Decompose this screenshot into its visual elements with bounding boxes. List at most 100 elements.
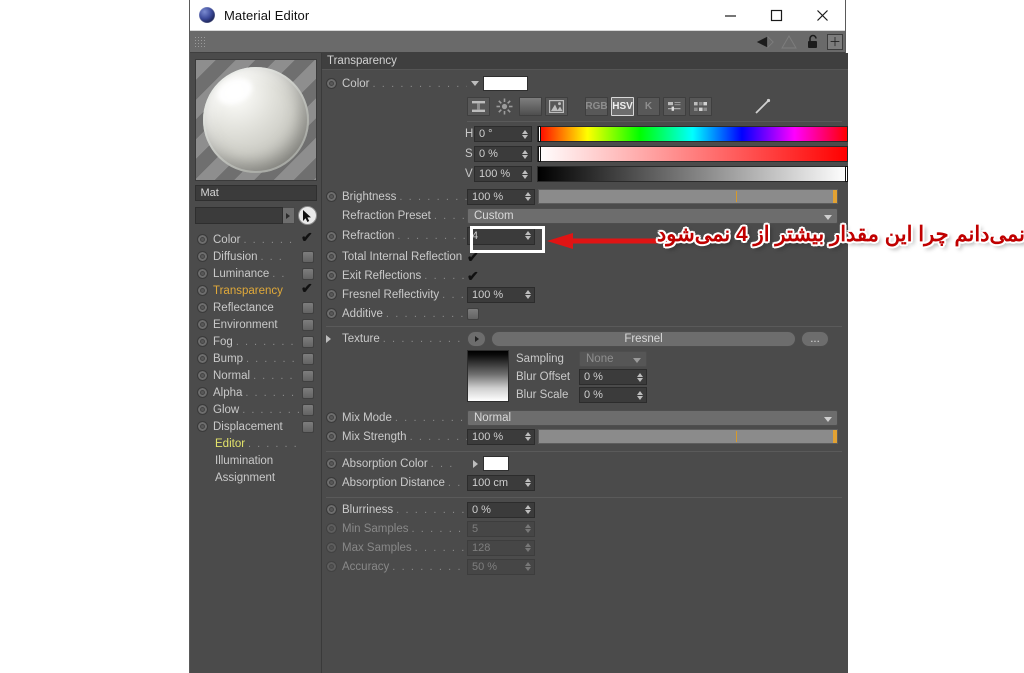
saturation-bar[interactable] [537, 146, 848, 162]
bump-radio-icon[interactable] [197, 353, 208, 364]
color-radio-icon[interactable] [197, 234, 208, 245]
sidebar-item-checkbox[interactable] [301, 280, 314, 297]
value-bar[interactable] [537, 166, 848, 182]
texture-shader-button[interactable]: Fresnel [491, 330, 796, 347]
rgb-mode-button[interactable]: RGB [585, 97, 608, 116]
sidebar-item-checkbox[interactable] [302, 420, 314, 433]
blur-scale-field[interactable]: 0 % [579, 387, 647, 403]
triangle-outline-icon[interactable] [779, 33, 799, 51]
value-value-field[interactable]: 100 % [474, 166, 532, 182]
additive-radio-icon[interactable] [326, 308, 337, 319]
eyedropper-icon[interactable] [751, 97, 774, 116]
texture-play-button[interactable] [467, 330, 486, 347]
material-name-field[interactable]: Mat [194, 185, 317, 201]
brightness-slider[interactable] [538, 189, 838, 204]
blur-scale-spinner[interactable] [636, 389, 644, 401]
sidebar-item-color[interactable]: Color. . . . . . [194, 229, 317, 248]
alpha-radio-icon[interactable] [197, 387, 208, 398]
diffusion-radio-icon[interactable] [197, 251, 208, 262]
lock-open-icon[interactable] [803, 33, 823, 51]
mix-strength-spinner[interactable] [524, 431, 532, 443]
blurriness-spinner[interactable] [524, 504, 532, 516]
sidebar-item-editor[interactable]: Editor. . . . . . [194, 435, 317, 452]
exit-reflections-checkbox[interactable]: ✔ [467, 269, 479, 283]
fresnel-value-field[interactable]: 100 % [467, 286, 535, 303]
image-picker-icon[interactable] [545, 97, 568, 116]
minimize-button[interactable] [707, 0, 753, 31]
pick-cursor-icon[interactable] [297, 206, 317, 225]
sidebar-item-checkbox[interactable] [302, 267, 314, 280]
sidebar-item-environment[interactable]: Environment [194, 316, 317, 333]
sidebar-item-checkbox[interactable] [302, 352, 314, 365]
absorption-color-swatch[interactable] [483, 456, 509, 471]
sidebar-item-checkbox[interactable] [302, 403, 314, 416]
normal-radio-icon[interactable] [197, 370, 208, 381]
saturation-value-field[interactable]: 0 % [474, 146, 532, 162]
brightness-radio-icon[interactable] [326, 191, 337, 202]
refraction-radio-icon[interactable] [326, 230, 337, 242]
sidebar-item-bump[interactable]: Bump. . . . . . [194, 350, 317, 367]
maximize-button[interactable] [753, 0, 799, 31]
sidebar-item-checkbox[interactable] [302, 318, 314, 331]
drag-grip-icon[interactable] [194, 35, 206, 48]
add-view-icon[interactable]: ＋ [827, 34, 843, 50]
mix-mode-radio-icon[interactable] [326, 412, 337, 423]
texture-thumbnail[interactable] [467, 350, 509, 402]
close-button[interactable] [799, 0, 845, 31]
hue-value-field[interactable]: 0 ° [474, 126, 532, 142]
color-swatch[interactable] [483, 76, 528, 91]
sidebar-item-checkbox[interactable] [301, 229, 314, 246]
sidebar-item-reflectance[interactable]: Reflectance [194, 299, 317, 316]
sampling-dropdown[interactable]: None [579, 351, 647, 367]
hsv-mode-button[interactable]: HSV [611, 97, 634, 116]
transparency-radio-icon[interactable] [197, 285, 208, 296]
sidebar-item-displacement[interactable]: Displacement [194, 418, 317, 435]
channel-search-input[interactable] [194, 207, 283, 224]
texture-more-button[interactable]: ... [801, 330, 829, 347]
blurriness-radio-icon[interactable] [326, 504, 337, 515]
sidebar-item-checkbox[interactable] [302, 335, 314, 348]
absorption-distance-field[interactable]: 100 cm [467, 474, 535, 491]
sidebar-item-luminance[interactable]: Luminance. . [194, 265, 317, 282]
sidebar-item-alpha[interactable]: Alpha. . . . . . [194, 384, 317, 401]
brightness-knob[interactable] [833, 190, 837, 203]
value-cursor[interactable] [845, 166, 848, 182]
saturation-spinner[interactable] [521, 148, 529, 160]
sidebar-item-diffusion[interactable]: Diffusion. . . [194, 248, 317, 265]
absorption-distance-spinner[interactable] [524, 477, 532, 489]
brightness-value-field[interactable]: 100 % [467, 188, 535, 205]
additive-checkbox[interactable] [467, 307, 479, 320]
swatches-icon[interactable] [689, 97, 712, 116]
refraction-value-field[interactable]: 4 [467, 227, 535, 245]
triangle-left-icon[interactable] [755, 33, 775, 51]
color-radio-icon[interactable] [326, 78, 337, 89]
sidebar-item-checkbox[interactable] [302, 301, 314, 314]
hue-bar[interactable] [537, 126, 848, 142]
gradient-icon[interactable] [519, 97, 542, 116]
color-range-icon[interactable] [467, 97, 490, 116]
fresnel-spinner[interactable] [524, 289, 532, 301]
blur-offset-spinner[interactable] [636, 371, 644, 383]
sidebar-item-normal[interactable]: Normal. . . . . [194, 367, 317, 384]
sidebar-item-checkbox[interactable] [302, 369, 314, 382]
absorption-color-radio-icon[interactable] [326, 458, 337, 469]
mix-strength-knob[interactable] [833, 430, 837, 443]
brightness-spinner[interactable] [524, 191, 532, 203]
chevron-right-icon[interactable] [326, 334, 331, 343]
sidebar-item-assignment[interactable]: Assignment [194, 469, 317, 486]
hue-cursor[interactable] [538, 126, 541, 142]
sidebar-item-transparency[interactable]: Transparency [194, 280, 317, 299]
glow-radio-icon[interactable] [197, 404, 208, 415]
k-mode-button[interactable]: K [637, 97, 660, 116]
fog-radio-icon[interactable] [197, 336, 208, 347]
fresnel-radio-icon[interactable] [326, 289, 337, 300]
blurriness-field[interactable]: 0 % [467, 501, 535, 518]
mix-strength-value-field[interactable]: 100 % [467, 428, 535, 445]
sliders-icon[interactable] [663, 97, 686, 116]
absorption-distance-radio-icon[interactable] [326, 477, 337, 488]
chevron-right-icon[interactable] [282, 207, 295, 224]
mix-mode-dropdown[interactable]: Normal [467, 409, 838, 426]
refraction-spinner[interactable] [524, 229, 532, 241]
value-spinner[interactable] [521, 168, 529, 180]
absorption-color-expand-button[interactable] [467, 459, 483, 468]
